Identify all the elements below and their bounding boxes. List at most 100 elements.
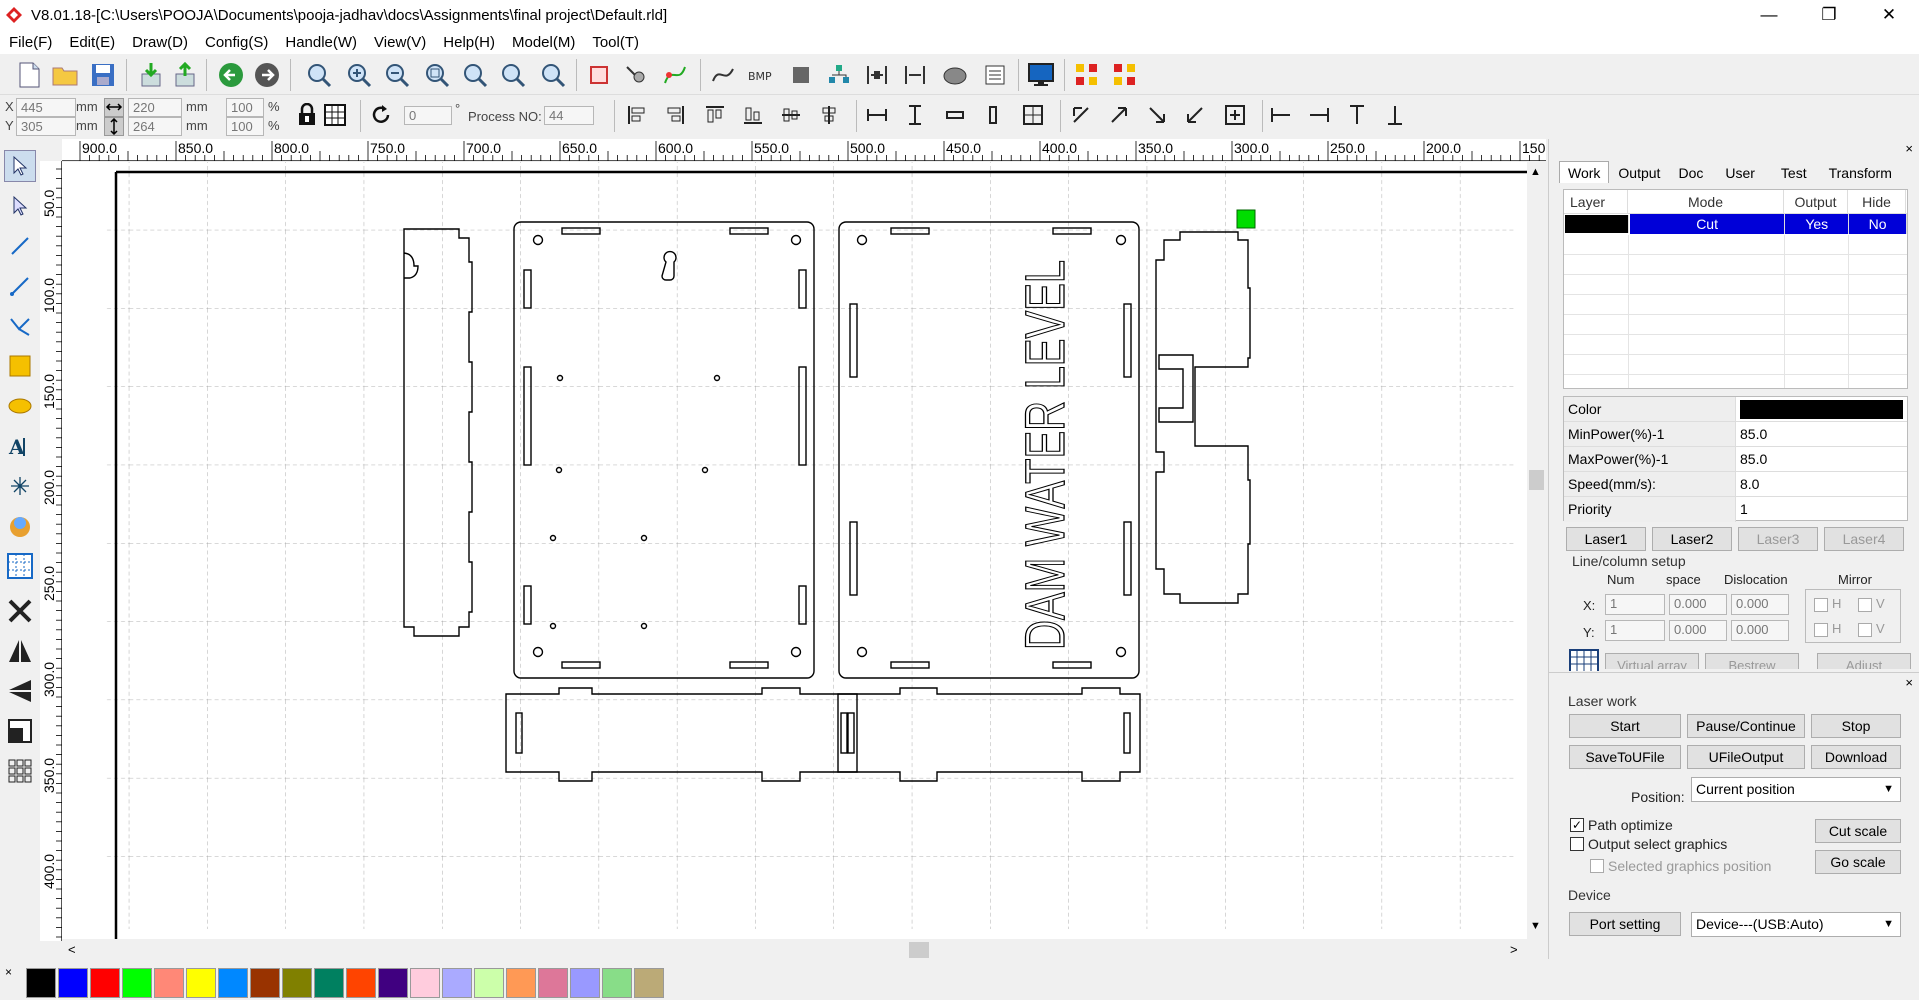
download-button[interactable]: Download [1811, 745, 1901, 769]
prop-maxpower-value[interactable]: 85.0 [1736, 447, 1907, 471]
rotate-angle-input[interactable]: 0 [404, 106, 452, 125]
move-down-icon[interactable] [1380, 100, 1410, 130]
origin-marker[interactable] [1236, 209, 1256, 229]
scroll-down-icon[interactable]: ▼ [1530, 920, 1541, 932]
space-h-icon[interactable] [940, 100, 970, 130]
export-icon[interactable] [168, 58, 202, 92]
scale-width-input[interactable]: 100 [226, 98, 264, 117]
color-swatch[interactable] [442, 968, 472, 998]
node-edit-icon[interactable] [620, 58, 654, 92]
prop-priority-value[interactable]: 1 [1736, 497, 1907, 522]
color-swatch[interactable] [602, 968, 632, 998]
menu-draw[interactable]: Draw(D) [132, 34, 188, 51]
menu-model[interactable]: Model(M) [512, 34, 575, 51]
zoom-pan-icon[interactable] [302, 58, 336, 92]
laser4-button[interactable]: Laser4 [1824, 527, 1904, 551]
scroll-up-icon[interactable]: ▲ [1530, 166, 1541, 178]
output-select-checkbox[interactable] [1570, 837, 1584, 851]
laser1-button[interactable]: Laser1 [1566, 527, 1646, 551]
mirror-x-v-checkbox[interactable] [1858, 598, 1872, 612]
same-height-icon[interactable] [900, 100, 930, 130]
prop-color-value[interactable] [1740, 400, 1903, 419]
bestrew-button[interactable]: Bestrew [1705, 653, 1799, 669]
virtual-array-button[interactable]: Virtual array [1605, 653, 1699, 669]
y-num-input[interactable]: 1 [1605, 620, 1665, 641]
x-position-input[interactable]: 445 [16, 98, 76, 117]
array-scatter-icon[interactable] [1070, 58, 1104, 92]
color-swatch[interactable] [634, 968, 664, 998]
monitor-icon[interactable] [1024, 58, 1058, 92]
align-left-icon[interactable] [622, 100, 652, 130]
save-to-ufile-button[interactable]: SaveToUFile [1569, 745, 1681, 769]
y-dislocation-input[interactable]: 0.000 [1731, 620, 1789, 641]
x-num-input[interactable]: 1 [1605, 594, 1665, 615]
rotate-icon[interactable] [366, 100, 396, 130]
color-swatch[interactable] [346, 968, 376, 998]
go-scale-button[interactable]: Go scale [1815, 850, 1901, 874]
align-top-icon[interactable] [700, 100, 730, 130]
align-bottom-icon[interactable] [738, 100, 768, 130]
color-swatch[interactable] [474, 968, 504, 998]
start-button[interactable]: Start [1569, 714, 1681, 738]
mirror-h-icon[interactable] [4, 635, 36, 667]
bitmap-edit-icon[interactable] [4, 510, 36, 542]
save-icon[interactable] [86, 58, 120, 92]
align-right-icon[interactable] [660, 100, 690, 130]
move-up-icon[interactable] [1342, 100, 1372, 130]
undo-icon[interactable] [214, 58, 248, 92]
rectangle-draw-icon[interactable] [4, 350, 36, 382]
color-swatch[interactable] [122, 968, 152, 998]
selected-position-checkbox[interactable] [1590, 859, 1604, 873]
path-optimize-checkbox[interactable]: ✓ [1570, 818, 1584, 832]
color-swatch[interactable] [314, 968, 344, 998]
bezier-icon[interactable] [706, 58, 740, 92]
color-swatch[interactable] [218, 968, 248, 998]
move-bottom-right-icon[interactable] [1142, 100, 1172, 130]
panel-close-icon[interactable]: × [1905, 141, 1913, 156]
open-folder-icon[interactable] [48, 58, 82, 92]
mirror-v-icon[interactable] [4, 675, 36, 707]
x-dislocation-input[interactable]: 0.000 [1731, 594, 1789, 615]
node-select-icon[interactable] [4, 190, 36, 222]
grid-position-icon[interactable] [320, 100, 350, 130]
zoom-page-icon[interactable] [458, 58, 492, 92]
new-file-icon[interactable] [12, 58, 46, 92]
import-icon[interactable] [134, 58, 168, 92]
color-swatch[interactable] [186, 968, 216, 998]
menu-view[interactable]: View(V) [374, 34, 426, 51]
scroll-left-icon[interactable]: < [68, 942, 76, 957]
vertical-scroll-thumb[interactable] [1529, 470, 1544, 490]
tab-test[interactable]: Test [1768, 161, 1820, 183]
layer-hide[interactable]: No [1849, 214, 1907, 234]
mirror-y-h-checkbox[interactable] [1814, 623, 1828, 637]
port-setting-button[interactable]: Port setting [1569, 912, 1681, 936]
line-tool-icon[interactable] [4, 230, 36, 262]
zoom-window-icon[interactable] [420, 58, 454, 92]
move-left-icon[interactable] [1266, 100, 1296, 130]
move-top-right-icon[interactable] [1104, 100, 1134, 130]
color-swatch[interactable] [506, 968, 536, 998]
process-no-input[interactable]: 44 [544, 106, 594, 125]
y-position-input[interactable]: 305 [16, 117, 76, 136]
width-input[interactable]: 220 [128, 98, 182, 117]
position-select[interactable]: Current position ▼ [1691, 777, 1901, 802]
color-swatch[interactable] [570, 968, 600, 998]
zoom-select-icon[interactable] [536, 58, 570, 92]
grid-array-icon[interactable] [4, 550, 36, 582]
point-tool-icon[interactable] [4, 470, 36, 502]
menu-config[interactable]: Config(S) [205, 34, 268, 51]
pause-continue-button[interactable]: Pause/Continue [1687, 714, 1805, 738]
maximize-button[interactable]: ❐ [1799, 0, 1859, 30]
move-center-icon[interactable] [1220, 100, 1250, 130]
rectangle-tool-icon[interactable] [784, 58, 818, 92]
x-space-input[interactable]: 0.000 [1669, 594, 1727, 615]
space-v-icon[interactable] [978, 100, 1008, 130]
prop-speed-value[interactable]: 8.0 [1736, 472, 1907, 496]
device-select[interactable]: Device---(USB:Auto) ▼ [1691, 912, 1901, 937]
lock-ratio-icon[interactable] [292, 100, 322, 130]
curve-tool-icon[interactable] [4, 310, 36, 342]
move-bottom-left-icon[interactable] [1180, 100, 1210, 130]
distribute-h-icon[interactable] [860, 58, 894, 92]
color-swatch[interactable] [154, 968, 184, 998]
tab-output[interactable]: Output [1609, 161, 1669, 183]
